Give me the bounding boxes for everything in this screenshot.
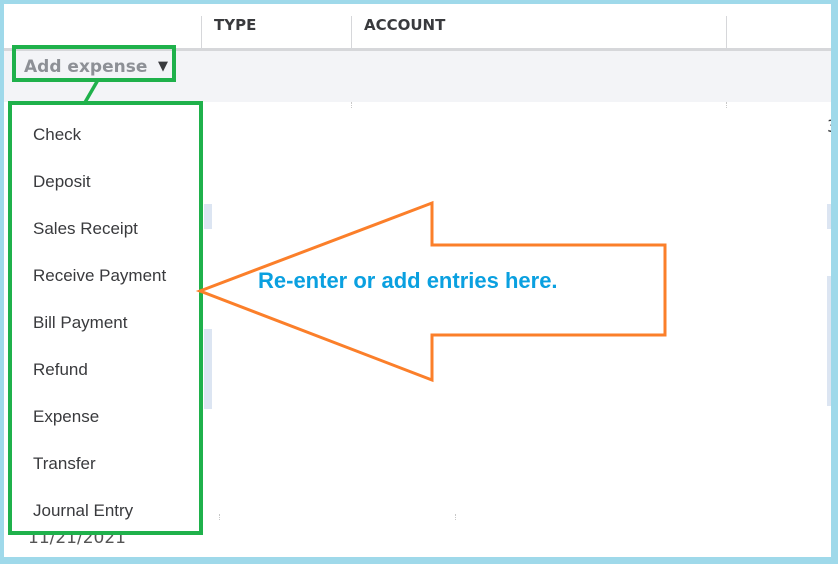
callout-text: Re-enter or add entries here. xyxy=(258,268,558,293)
